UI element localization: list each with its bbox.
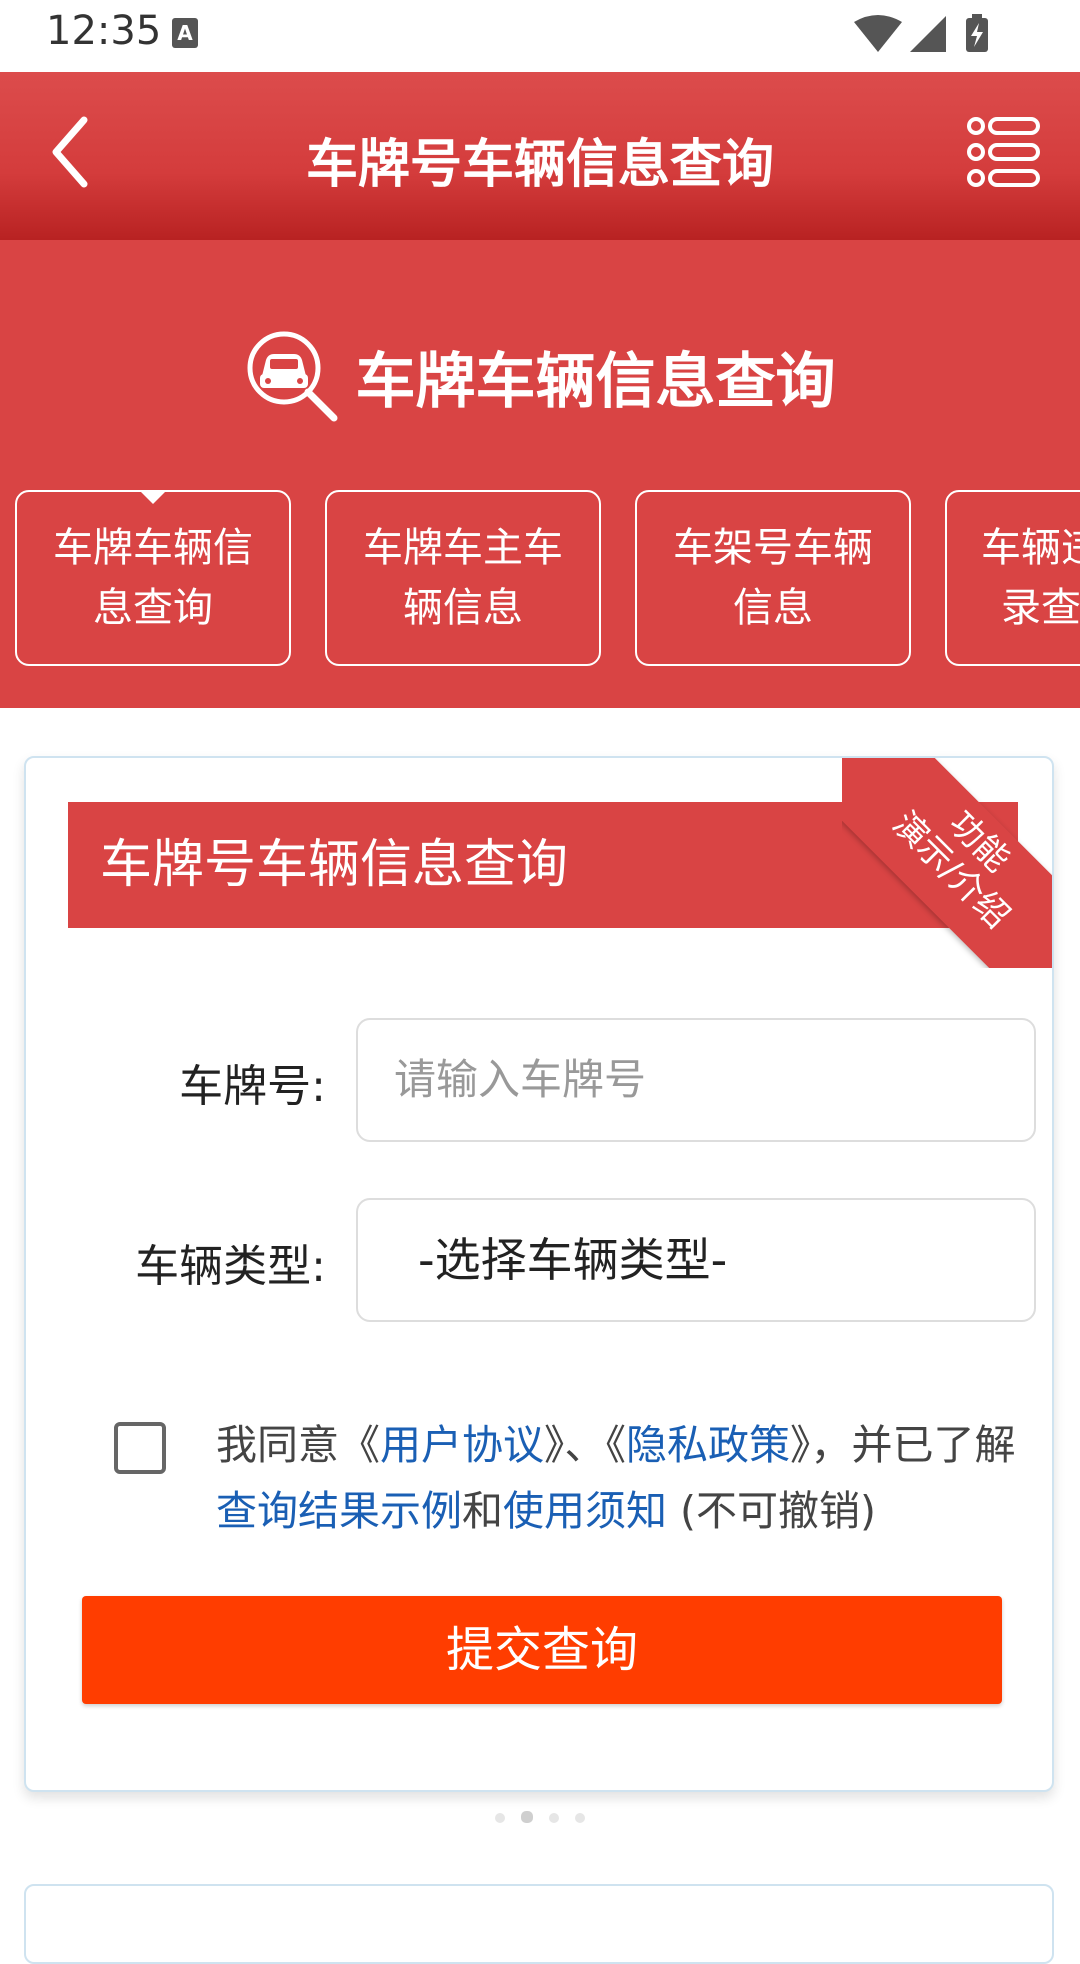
car-search-icon [244,328,340,424]
status-time: 12:35 [46,8,162,54]
plate-input-placeholder: 请输入车牌号 [394,1055,647,1104]
page-title: 车牌号车辆信息查询 [305,135,774,195]
agree-text-part: (不可撤销) [667,1487,877,1535]
tab-label-line1: 车牌车主车 [363,525,563,571]
list-menu-icon [967,117,1040,187]
tab-label-line2: 录查 [1001,585,1080,631]
user-agreement-link[interactable]: 用户协议 [380,1421,544,1469]
agreement-text: 我同意《用户协议》、《隐私政策》，并已了解查询结果示例和使用须知 (不可撤销) [216,1412,1026,1544]
submit-query-button[interactable]: 提交查询 [82,1596,1002,1704]
vehicle-type-label: 车辆类型: [135,1241,326,1292]
signal-icon [910,16,946,52]
accessibility-badge-icon: A [172,18,198,48]
tab-label-line1: 车辆违 [981,525,1080,571]
agree-text-part: 和 [462,1487,503,1535]
tab-label-line1: 车牌车辆信 [53,525,253,571]
tab-plate-vehicle-info[interactable]: 车牌车辆信 息查询 [15,490,291,666]
tab-label-line2: 信息 [733,585,813,631]
tab-label-line2: 辆信息 [403,585,523,631]
demo-ribbon[interactable]: 功能 演示/介绍 [842,758,1052,968]
hero-banner: 车牌车辆信息查询 车牌车辆信息查询 车牌车主车辆信息 车架号车辆信息 车辆违录查 [0,240,1080,708]
status-icons [854,14,1004,54]
usage-notice-link[interactable]: 使用须知 [503,1487,667,1535]
hero-title: 车牌车辆信息查询 [355,346,836,417]
next-card [24,1884,1054,1964]
carousel-dot [549,1813,559,1823]
carousel-dot-active [521,1811,533,1823]
carousel-dot [575,1813,585,1823]
query-form-card: 车牌号车辆信息查询 功能 演示/介绍 车牌号: 请输入车牌号 车辆类型: -选择… [24,756,1054,1792]
tab-vin-vehicle-info[interactable]: 车架号车辆 信息 [635,490,911,666]
agree-text-part: 》，并已了解 [790,1421,1016,1469]
query-type-tabs: 车牌车辆信息查询 车牌车主车辆信息 车架号车辆信息 车辆违录查 [0,490,1080,670]
active-tab-caret-icon [139,490,167,504]
vehicle-type-select[interactable]: -选择车辆类型- [356,1198,1036,1322]
agree-text-part: 》、《 [544,1421,626,1469]
wifi-icon [854,15,902,52]
menu-button[interactable] [966,116,1042,188]
privacy-policy-link[interactable]: 隐私政策 [626,1421,790,1469]
status-bar: 12:35 A [0,0,1080,72]
plate-input[interactable]: 请输入车牌号 [356,1018,1036,1142]
carousel-indicator [0,1808,1080,1828]
carousel-dot [495,1813,505,1823]
tab-label-line1: 车架号车辆 [673,525,873,571]
plate-label: 车牌号: [179,1061,326,1112]
hero-title-row: 车牌车辆信息查询 [0,328,1080,424]
agree-checkbox[interactable] [114,1422,166,1474]
tab-label-line2: 息查询 [93,585,213,631]
demo-ribbon-label: 功能 演示/介绍 [842,758,1052,968]
tab-plate-owner-info[interactable]: 车牌车主车 辆信息 [325,490,601,666]
vehicle-type-value: -选择车辆类型- [418,1233,728,1287]
agree-text-part: 我同意《 [216,1421,380,1469]
title-bar: 车牌号车辆信息查询 [0,72,1080,240]
tab-vehicle-violation-record[interactable]: 车辆违录查 [945,490,1080,666]
query-result-example-link[interactable]: 查询结果示例 [216,1487,462,1535]
battery-charging-icon [966,14,988,52]
